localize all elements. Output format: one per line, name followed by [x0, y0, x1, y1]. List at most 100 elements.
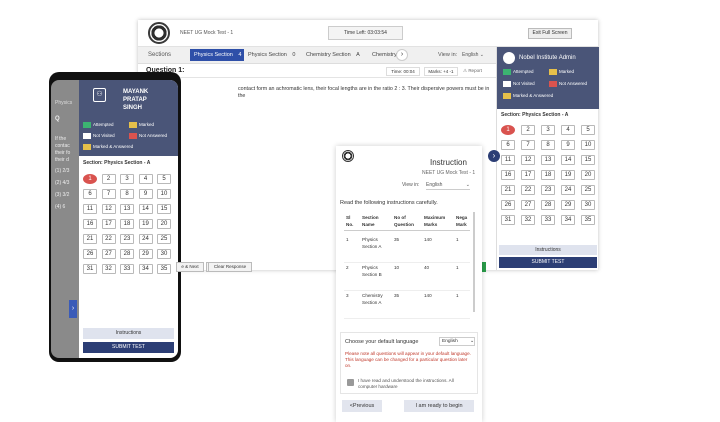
background-text-3: their d — [55, 157, 69, 163]
tab-count-badge: 4 — [238, 52, 242, 58]
instructions-button[interactable]: Instructions — [83, 328, 174, 339]
tab-physics-b[interactable]: Physics Section 0 — [248, 49, 302, 61]
palette-question-button[interactable]: 13 — [541, 155, 555, 165]
palette-question-button[interactable]: 1 — [501, 125, 515, 135]
submit-test-button[interactable]: SUBMIT TEST — [83, 342, 174, 353]
view-in-value: English — [426, 182, 443, 188]
palette-question-button[interactable]: 30 — [581, 200, 595, 210]
palette-question-button[interactable]: 26 — [83, 249, 97, 259]
save-next-fragment-button[interactable]: e & Next — [176, 262, 204, 272]
logo-icon — [342, 150, 354, 162]
palette-question-button[interactable]: 17 — [521, 170, 535, 180]
table-cell: 1 — [456, 265, 459, 270]
palette-question-button[interactable]: 34 — [561, 215, 575, 225]
palette-question-button[interactable]: 20 — [581, 170, 595, 180]
instructions-button[interactable]: Instructions — [499, 245, 597, 255]
palette-question-button[interactable]: 27 — [521, 200, 535, 210]
palette-question-button[interactable]: 13 — [120, 204, 134, 214]
palette-question-button[interactable]: 31 — [501, 215, 515, 225]
palette-question-button[interactable]: 8 — [120, 189, 134, 199]
palette-question-button[interactable]: 23 — [120, 234, 134, 244]
palette-question-button[interactable]: 34 — [138, 264, 153, 274]
palette-toggle-arrow-icon[interactable]: › — [488, 150, 500, 162]
palette-question-button[interactable]: 1 — [83, 174, 97, 184]
palette-question-button[interactable]: 6 — [501, 140, 515, 150]
palette-question-button[interactable]: 10 — [581, 140, 595, 150]
palette-question-button[interactable]: 27 — [101, 249, 116, 259]
tabs-scroll-right-icon[interactable]: › — [396, 49, 408, 61]
palette-question-button[interactable]: 21 — [83, 234, 97, 244]
submit-test-button[interactable]: SUBMIT TEST — [499, 257, 597, 268]
palette-question-button[interactable]: 14 — [138, 204, 153, 214]
palette-question-button[interactable]: 29 — [138, 249, 153, 259]
palette-question-button[interactable]: 22 — [101, 234, 116, 244]
palette-question-button[interactable]: 24 — [138, 234, 153, 244]
palette-question-button[interactable]: 31 — [83, 264, 97, 274]
palette-question-button[interactable]: 28 — [120, 249, 134, 259]
palette-question-button[interactable]: 4 — [138, 174, 153, 184]
palette-question-button[interactable]: 15 — [581, 155, 595, 165]
view-in-select[interactable]: English ⌄ — [426, 181, 470, 190]
palette-question-button[interactable]: 32 — [101, 264, 116, 274]
palette-question-button[interactable]: 18 — [541, 170, 555, 180]
previous-button[interactable]: <Previous — [342, 400, 382, 412]
palette-question-button[interactable]: 12 — [101, 204, 116, 214]
palette-question-button[interactable]: 33 — [541, 215, 555, 225]
palette-question-button[interactable]: 15 — [157, 204, 171, 214]
drawer-open-icon[interactable]: › — [69, 300, 77, 318]
palette-question-button[interactable]: 3 — [541, 125, 555, 135]
palette-question-button[interactable]: 12 — [521, 155, 535, 165]
table-header-max-marks: Maximum Marks — [424, 215, 446, 227]
palette-question-button[interactable]: 2 — [101, 174, 116, 184]
palette-question-button[interactable]: 17 — [101, 219, 116, 229]
clear-response-fragment-button[interactable]: Clear Response — [208, 262, 252, 272]
palette-question-button[interactable]: 10 — [157, 189, 171, 199]
report-button[interactable]: ⚠ Report — [463, 68, 482, 74]
palette-question-button[interactable]: 35 — [157, 264, 171, 274]
palette-question-button[interactable]: 16 — [83, 219, 97, 229]
language-warning: Please note all questions will appear in… — [345, 351, 471, 368]
palette-question-button[interactable]: 25 — [581, 185, 595, 195]
tab-count-badge: A — [356, 52, 360, 58]
palette-question-button[interactable]: 7 — [521, 140, 535, 150]
palette-question-button[interactable]: 7 — [101, 189, 116, 199]
palette-question-button[interactable]: 24 — [561, 185, 575, 195]
exit-fullscreen-button[interactable]: Exit Full Screen — [528, 28, 572, 39]
agree-checkbox[interactable] — [347, 379, 354, 386]
palette-question-button[interactable]: 3 — [120, 174, 134, 184]
language-select[interactable]: English ⌄ — [439, 337, 475, 346]
tab-chemistry-a[interactable]: Chemistry Section A — [306, 49, 368, 61]
palette-question-button[interactable]: 8 — [541, 140, 555, 150]
palette-question-button[interactable]: 20 — [157, 219, 171, 229]
palette-question-button[interactable]: 11 — [83, 204, 97, 214]
palette-question-button[interactable]: 4 — [561, 125, 575, 135]
palette-question-button[interactable]: 28 — [541, 200, 555, 210]
palette-question-button[interactable]: 19 — [561, 170, 575, 180]
view-in-select[interactable]: English ⌄ — [462, 50, 492, 60]
palette-question-button[interactable]: 26 — [501, 200, 515, 210]
palette-question-button[interactable]: 23 — [541, 185, 555, 195]
palette-question-button[interactable]: 16 — [501, 170, 515, 180]
palette-question-button[interactable]: 32 — [521, 215, 535, 225]
palette-question-button[interactable]: 6 — [83, 189, 97, 199]
palette-question-button[interactable]: 30 — [157, 249, 171, 259]
palette-question-button[interactable]: 19 — [138, 219, 153, 229]
table-scrollbar[interactable] — [473, 212, 475, 312]
palette-question-button[interactable]: 5 — [581, 125, 595, 135]
tab-physics-a[interactable]: Physics Section 4 — [190, 49, 244, 61]
palette-question-button[interactable]: 18 — [120, 219, 134, 229]
palette-question-button[interactable]: 14 — [561, 155, 575, 165]
palette-question-button[interactable]: 2 — [521, 125, 535, 135]
table-row-divider — [344, 262, 470, 263]
palette-question-button[interactable]: 35 — [581, 215, 595, 225]
palette-question-button[interactable]: 5 — [157, 174, 171, 184]
palette-question-button[interactable]: 9 — [138, 189, 153, 199]
palette-question-button[interactable]: 25 — [157, 234, 171, 244]
palette-question-button[interactable]: 33 — [120, 264, 134, 274]
ready-to-begin-button[interactable]: I am ready to begin — [404, 400, 474, 412]
palette-question-button[interactable]: 9 — [561, 140, 575, 150]
palette-question-button[interactable]: 11 — [501, 155, 515, 165]
palette-question-button[interactable]: 21 — [501, 185, 515, 195]
palette-question-button[interactable]: 22 — [521, 185, 535, 195]
palette-question-button[interactable]: 29 — [561, 200, 575, 210]
